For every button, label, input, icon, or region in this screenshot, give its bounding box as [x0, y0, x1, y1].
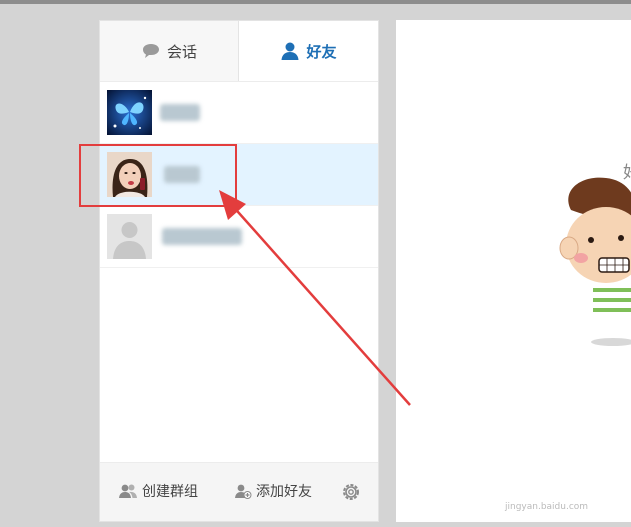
watermark-url: jingyan.baidu.com — [505, 502, 589, 512]
baidu-jingyan-watermark: Bai经验 — [482, 468, 566, 493]
annotation-arrow-icon — [219, 190, 411, 406]
